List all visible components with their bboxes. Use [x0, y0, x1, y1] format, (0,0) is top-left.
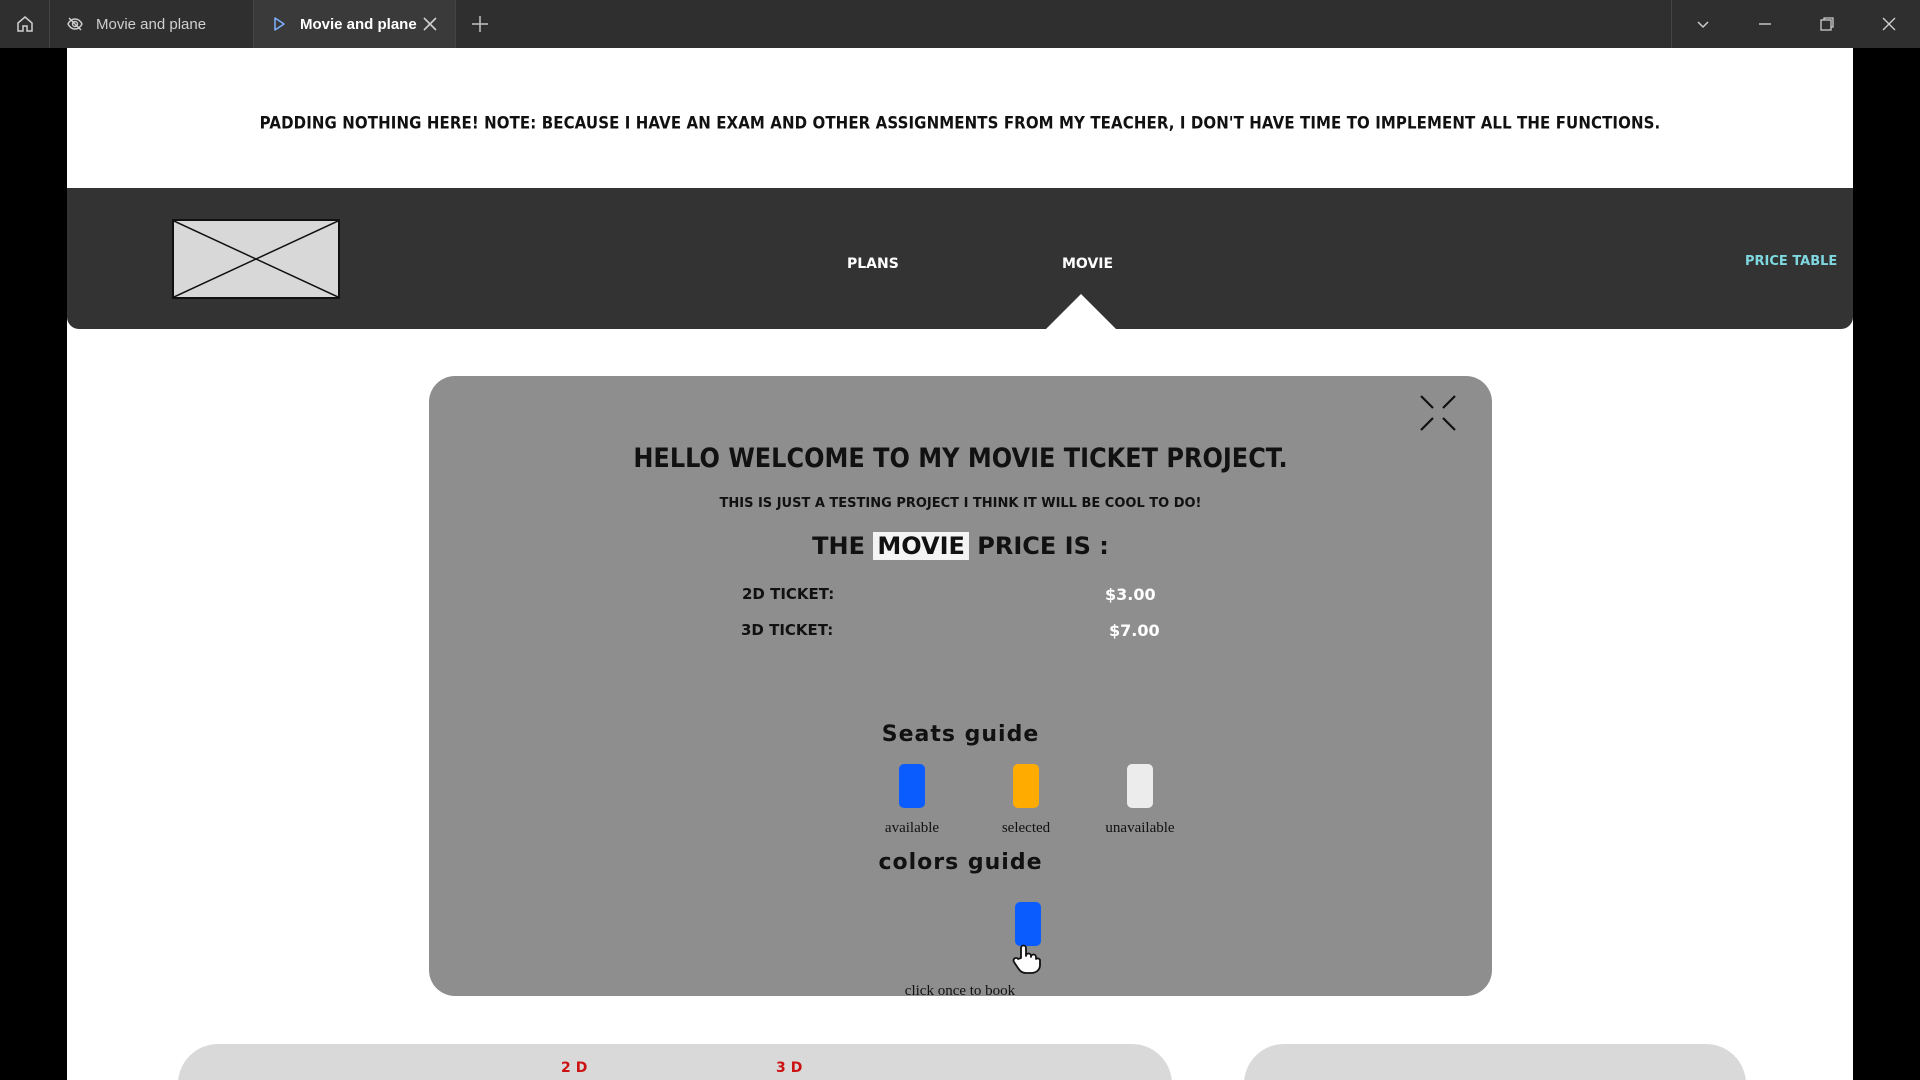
close-window-button[interactable] — [1858, 0, 1920, 48]
pointer-hand-icon — [1012, 944, 1041, 974]
home-button[interactable] — [0, 0, 50, 48]
eye-slash-icon — [66, 15, 84, 33]
panel-title: HELLO WELCOME TO MY MOVIE TICKET PROJECT… — [633, 442, 1288, 474]
tab-movie-and-plane-1[interactable]: Movie and plane — [50, 0, 254, 48]
seats-card — [178, 1044, 1172, 1080]
play-icon — [270, 15, 288, 33]
nav-movie[interactable]: MOVIE — [1062, 256, 1113, 272]
ticket-2d-value: $3.00 — [1105, 585, 1156, 604]
placeholder-image-icon — [173, 220, 339, 298]
seat-available-label: available — [884, 820, 940, 836]
ticket-2d-label: 2D TICKET: — [742, 585, 835, 603]
seat-selected-label: selected — [1001, 820, 1051, 836]
click-seat-swatch — [1015, 902, 1041, 946]
ticket-3d-label: 3D TICKET: — [741, 621, 834, 639]
nav-plans[interactable]: PLANS — [847, 256, 899, 272]
window-controls — [1671, 0, 1920, 48]
price-suffix: PRICE IS : — [977, 532, 1109, 560]
active-nav-indicator — [1045, 294, 1117, 330]
colors-guide-title: colors guide — [878, 850, 1043, 875]
price-highlight: MOVIE — [873, 532, 969, 560]
chevron-down-icon — [1697, 21, 1709, 29]
restore-button[interactable] — [1796, 0, 1858, 48]
close-tab-icon[interactable] — [421, 15, 439, 33]
tab-list-button[interactable] — [1672, 0, 1734, 48]
price-prefix: THE — [812, 532, 866, 560]
logo-placeholder[interactable] — [172, 219, 340, 299]
tab-3d[interactable]: 3D — [776, 1060, 807, 1076]
booking-card — [1244, 1044, 1746, 1080]
notice-text: PADDING NOTHING HERE! NOTE: BECAUSE I HA… — [259, 112, 1661, 134]
nav-price-table[interactable]: PRICE TABLE — [1745, 254, 1837, 269]
page-content: PADDING NOTHING HERE! NOTE: BECAUSE I HA… — [67, 48, 1853, 1080]
tab-movie-and-plane-2[interactable]: Movie and plane — [254, 0, 456, 48]
seat-selected-swatch — [1013, 764, 1039, 808]
tab-label: Movie and plane — [300, 15, 417, 33]
home-icon — [16, 16, 33, 32]
restore-icon — [1820, 17, 1834, 31]
close-icon — [1882, 17, 1896, 31]
welcome-panel: HELLO WELCOME TO MY MOVIE TICKET PROJECT… — [429, 376, 1492, 999]
collapse-icon[interactable] — [1419, 394, 1457, 432]
tab-2d[interactable]: 2D — [561, 1060, 592, 1076]
browser-titlebar: Movie and plane Movie and plane — [0, 0, 1920, 48]
minimize-button[interactable] — [1734, 0, 1796, 48]
new-tab-icon[interactable] — [468, 12, 492, 36]
seat-unavailable-swatch — [1127, 764, 1153, 808]
navbar: PLANS MOVIE PRICE TABLE — [67, 188, 1853, 330]
seats-guide-title: Seats guide — [881, 722, 1040, 747]
click-to-book-label: click once to book — [904, 983, 1016, 999]
panel-subtitle: THIS IS JUST A TESTING PROJECT I THINK I… — [719, 496, 1202, 511]
ticket-3d-value: $7.00 — [1109, 621, 1160, 640]
seat-unavailable-label: unavailable — [1105, 820, 1175, 836]
price-heading: THE MOVIE PRICE IS : — [429, 532, 1492, 560]
seat-available-swatch — [899, 764, 925, 808]
tab-label: Movie and plane — [96, 15, 207, 33]
minimize-icon — [1759, 23, 1771, 25]
